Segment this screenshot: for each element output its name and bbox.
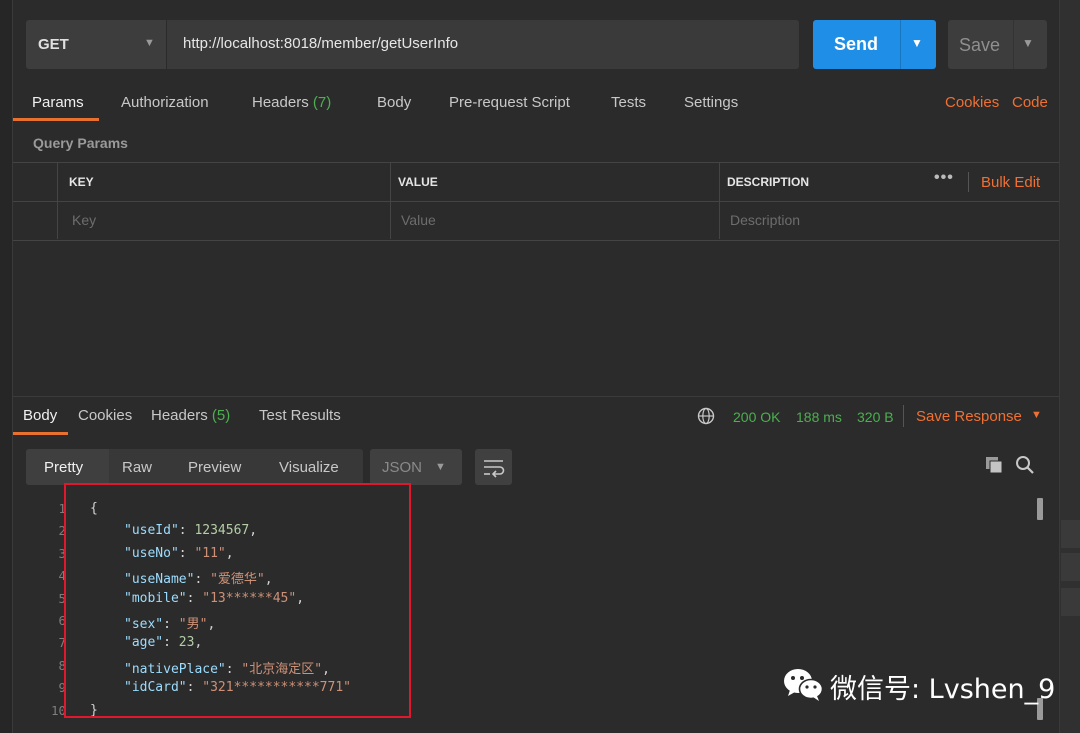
tab-params[interactable]: Params — [32, 94, 84, 111]
right-panel-item — [1061, 520, 1080, 548]
divider — [1013, 20, 1014, 69]
line-number: 6 — [58, 613, 66, 628]
query-params-title: Query Params — [33, 135, 128, 151]
response-size[interactable]: 320 B — [857, 409, 894, 425]
headers-count: (7) — [312, 94, 332, 111]
line-number: 3 — [58, 545, 66, 561]
pane-divider[interactable] — [13, 396, 1059, 397]
save-button[interactable]: Save ▼ — [948, 20, 1047, 69]
wechat-icon — [784, 669, 824, 701]
column-header-key: KEY — [69, 175, 94, 189]
globe-icon[interactable] — [697, 407, 715, 425]
line-number: 5 — [58, 590, 66, 606]
line-number: 2 — [58, 523, 66, 539]
view-mode-group: Pretty Raw Preview Visualize — [26, 449, 363, 485]
active-tab-indicator — [13, 118, 99, 121]
table-header-row — [13, 163, 1059, 202]
send-options-chevron-icon[interactable]: ▼ — [911, 36, 923, 50]
view-raw[interactable]: Raw — [122, 459, 152, 476]
view-pretty[interactable]: Pretty — [44, 459, 83, 476]
view-visualize[interactable]: Visualize — [279, 459, 339, 476]
right-panel-item — [1061, 553, 1080, 581]
chevron-down-icon: ▼ — [144, 37, 155, 49]
bulk-edit-link[interactable]: Bulk Edit — [981, 174, 1040, 191]
line-number: 1 — [58, 501, 66, 516]
url-bar[interactable] — [167, 20, 799, 69]
right-panel-edge — [1059, 0, 1080, 733]
format-label: JSON — [382, 459, 423, 476]
method-select[interactable]: GET ▼ — [26, 20, 166, 69]
line-number: 10 — [50, 702, 66, 718]
divider — [968, 172, 969, 192]
send-button[interactable]: Send ▼ — [813, 20, 936, 69]
tab-headers-label: Headers — [252, 94, 309, 111]
tab-body[interactable]: Body — [377, 94, 411, 111]
column-header-value: VALUE — [398, 175, 438, 189]
save-label: Save — [959, 35, 1001, 55]
wrap-lines-icon — [484, 460, 505, 478]
response-headers-count: (5) — [211, 407, 231, 424]
cookies-link[interactable]: Cookies — [945, 94, 999, 111]
send-label: Send — [834, 34, 879, 54]
response-time[interactable]: 188 ms — [796, 409, 842, 425]
code-link[interactable]: Code — [1012, 94, 1048, 111]
search-icon[interactable] — [1015, 455, 1035, 475]
more-options-icon[interactable]: ••• — [934, 169, 954, 187]
save-options-chevron-icon[interactable]: ▼ — [1022, 36, 1034, 50]
chevron-down-icon[interactable]: ▼ — [1031, 409, 1042, 421]
column-divider — [719, 163, 720, 239]
annotation-highlight-box — [64, 483, 411, 718]
copy-icon[interactable] — [984, 455, 1004, 475]
tab-response-headers[interactable]: Headers (5) — [151, 407, 230, 424]
column-divider — [57, 163, 58, 239]
line-number: 8 — [58, 657, 66, 673]
tab-response-body[interactable]: Body — [23, 407, 57, 424]
active-tab-indicator — [13, 432, 68, 435]
tab-headers[interactable]: Headers (7) — [252, 94, 331, 111]
wrap-lines-button[interactable] — [475, 449, 512, 485]
line-number: 4 — [58, 568, 66, 584]
view-preview[interactable]: Preview — [188, 459, 241, 476]
tab-pre-request-script[interactable]: Pre-request Script — [449, 94, 570, 111]
method-label: GET — [38, 36, 69, 53]
tab-authorization[interactable]: Authorization — [121, 94, 209, 111]
save-response-button[interactable]: Save Response — [916, 408, 1022, 425]
tab-response-headers-label: Headers — [151, 407, 208, 424]
scrollbar[interactable] — [1037, 498, 1043, 520]
tab-tests[interactable]: Tests — [611, 94, 646, 111]
divider — [903, 405, 904, 427]
tab-test-results[interactable]: Test Results — [259, 407, 341, 424]
column-divider — [390, 163, 391, 239]
tab-response-cookies[interactable]: Cookies — [78, 407, 132, 424]
url-input[interactable] — [181, 34, 785, 53]
line-number: 9 — [58, 680, 66, 696]
left-panel-edge — [0, 0, 13, 733]
line-number: 7 — [58, 635, 66, 651]
chevron-down-icon: ▼ — [435, 461, 446, 473]
tab-settings[interactable]: Settings — [684, 94, 738, 111]
format-select[interactable]: JSON ▼ — [370, 449, 462, 485]
value-input[interactable]: Value — [401, 212, 436, 228]
description-input[interactable]: Description — [730, 212, 800, 228]
column-header-description: DESCRIPTION — [727, 175, 810, 189]
status-code[interactable]: 200 OK — [733, 409, 780, 425]
divider — [900, 20, 901, 69]
watermark-text: 微信号: Lvshen_9 — [830, 674, 1056, 705]
right-panel-item — [1061, 588, 1080, 616]
query-params-table: KEY VALUE DESCRIPTION ••• Bulk Edit Key … — [13, 162, 1059, 241]
key-input[interactable]: Key — [72, 212, 96, 228]
